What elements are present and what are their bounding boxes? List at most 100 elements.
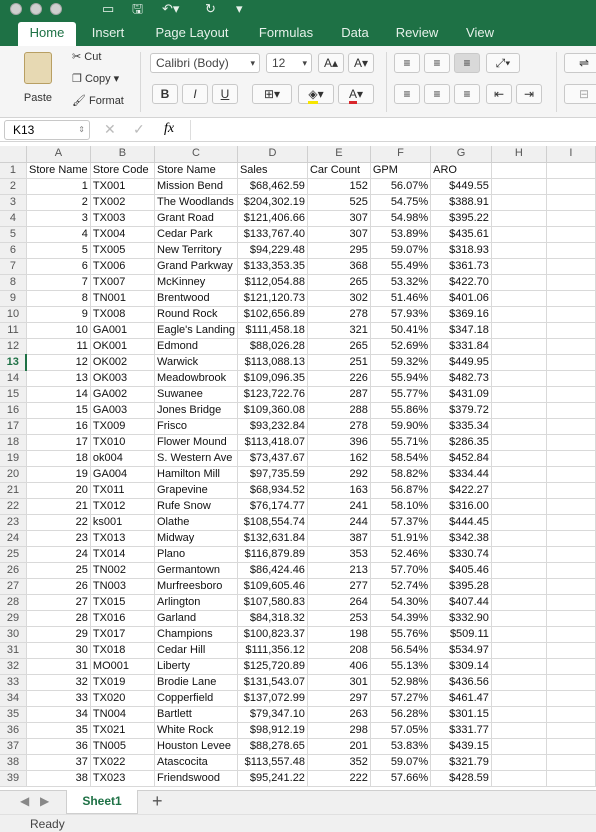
cell[interactable]: $435.61 [430, 226, 492, 243]
cell[interactable]: 50.41% [370, 322, 432, 339]
cell[interactable]: $125,720.89 [237, 658, 308, 675]
row-header[interactable]: 16 [0, 402, 27, 419]
cell[interactable]: Arlington [154, 594, 238, 611]
cell[interactable] [546, 530, 596, 547]
row-header[interactable]: 7 [0, 258, 27, 275]
cell[interactable] [491, 690, 547, 707]
cell[interactable]: $332.90 [430, 610, 492, 627]
cell[interactable] [546, 738, 596, 755]
align-right-icon[interactable]: ≡ [454, 84, 480, 104]
cell[interactable]: $111,356.12 [237, 642, 308, 659]
cell[interactable] [491, 418, 547, 435]
cell[interactable] [491, 274, 547, 291]
cell[interactable]: $439.15 [430, 738, 492, 755]
cell[interactable]: $123,722.76 [237, 386, 308, 403]
cell[interactable] [546, 306, 596, 323]
cell[interactable] [546, 658, 596, 675]
cell[interactable]: $330.74 [430, 546, 492, 563]
cell[interactable]: TX001 [90, 178, 156, 195]
row-header[interactable]: 6 [0, 242, 27, 259]
cell[interactable] [546, 514, 596, 531]
cell[interactable]: TX021 [90, 722, 156, 739]
cell[interactable]: 23 [26, 530, 91, 547]
cell[interactable]: Liberty [154, 658, 238, 675]
cell[interactable] [546, 482, 596, 499]
cell[interactable]: $84,318.32 [237, 610, 308, 627]
cell[interactable]: TX007 [90, 274, 156, 291]
cell[interactable]: $335.34 [430, 418, 492, 435]
cell[interactable]: 226 [307, 370, 371, 387]
align-middle-icon[interactable]: ≡ [424, 53, 450, 73]
cell[interactable]: $93,232.84 [237, 418, 308, 435]
cell[interactable]: GA001 [90, 322, 156, 339]
cell[interactable] [491, 738, 547, 755]
cell[interactable] [546, 690, 596, 707]
cell[interactable]: Plano [154, 546, 238, 563]
cell[interactable]: 57.05% [370, 722, 432, 739]
cell[interactable]: $422.27 [430, 482, 492, 499]
cell[interactable]: $94,229.48 [237, 242, 308, 259]
cell[interactable]: $111,458.18 [237, 322, 308, 339]
cell[interactable] [491, 514, 547, 531]
cell[interactable]: $318.93 [430, 242, 492, 259]
row-header[interactable]: 15 [0, 386, 27, 403]
row-header[interactable]: 36 [0, 722, 27, 739]
cell[interactable]: 57.93% [370, 306, 432, 323]
cell[interactable]: Round Rock [154, 306, 238, 323]
tab-insert[interactable]: Insert [84, 22, 132, 46]
row-header[interactable]: 34 [0, 690, 27, 707]
column-header[interactable]: B [90, 146, 156, 163]
cell[interactable]: 12 [26, 354, 91, 371]
cell[interactable]: 57.66% [370, 770, 432, 787]
cell[interactable]: Jones Bridge [154, 402, 238, 419]
cell[interactable] [546, 434, 596, 451]
cell[interactable]: 55.94% [370, 370, 432, 387]
cell[interactable]: 27 [26, 594, 91, 611]
cell[interactable]: $68,934.52 [237, 482, 308, 499]
cell[interactable]: $133,353.35 [237, 258, 308, 275]
cell[interactable]: 59.90% [370, 418, 432, 435]
cell[interactable]: 10 [26, 322, 91, 339]
cell[interactable]: TX015 [90, 594, 156, 611]
cell[interactable]: ks001 [90, 514, 156, 531]
wrap-text-icon[interactable]: ⇌ [564, 53, 596, 73]
cell[interactable] [491, 354, 547, 371]
cell[interactable]: 265 [307, 274, 371, 291]
cell[interactable]: TX014 [90, 546, 156, 563]
row-header[interactable]: 8 [0, 274, 27, 291]
cell[interactable]: $388.91 [430, 194, 492, 211]
cell[interactable]: 222 [307, 770, 371, 787]
cell[interactable] [491, 722, 547, 739]
cell[interactable]: $131,543.07 [237, 674, 308, 691]
cell[interactable]: 265 [307, 338, 371, 355]
cell[interactable]: 58.82% [370, 466, 432, 483]
cell[interactable]: Sales [237, 162, 308, 179]
cell[interactable]: $73,437.67 [237, 450, 308, 467]
cell[interactable]: TX012 [90, 498, 156, 515]
cell[interactable]: 321 [307, 322, 371, 339]
cell[interactable]: $428.59 [430, 770, 492, 787]
cell[interactable]: 32 [26, 674, 91, 691]
row-header[interactable]: 10 [0, 306, 27, 323]
cell[interactable]: Midway [154, 530, 238, 547]
cell[interactable]: 263 [307, 706, 371, 723]
cell[interactable]: TX023 [90, 770, 156, 787]
cell[interactable]: 31 [26, 658, 91, 675]
cell[interactable]: 34 [26, 706, 91, 723]
underline-button[interactable]: U [212, 84, 238, 104]
cell[interactable]: GPM [370, 162, 432, 179]
cell[interactable]: 29 [26, 626, 91, 643]
redo-icon[interactable]: ↻ [205, 1, 216, 17]
cell[interactable]: 25 [26, 562, 91, 579]
cell[interactable]: 288 [307, 402, 371, 419]
cell[interactable]: $109,096.35 [237, 370, 308, 387]
font-color-icon[interactable]: A▾ [338, 84, 374, 104]
cell[interactable] [491, 258, 547, 275]
cell[interactable]: TX005 [90, 242, 156, 259]
cell[interactable] [491, 290, 547, 307]
cell[interactable]: $436.56 [430, 674, 492, 691]
cell[interactable] [491, 578, 547, 595]
cell[interactable]: 37 [26, 754, 91, 771]
cell[interactable]: 30 [26, 642, 91, 659]
formula-input[interactable] [190, 120, 594, 140]
